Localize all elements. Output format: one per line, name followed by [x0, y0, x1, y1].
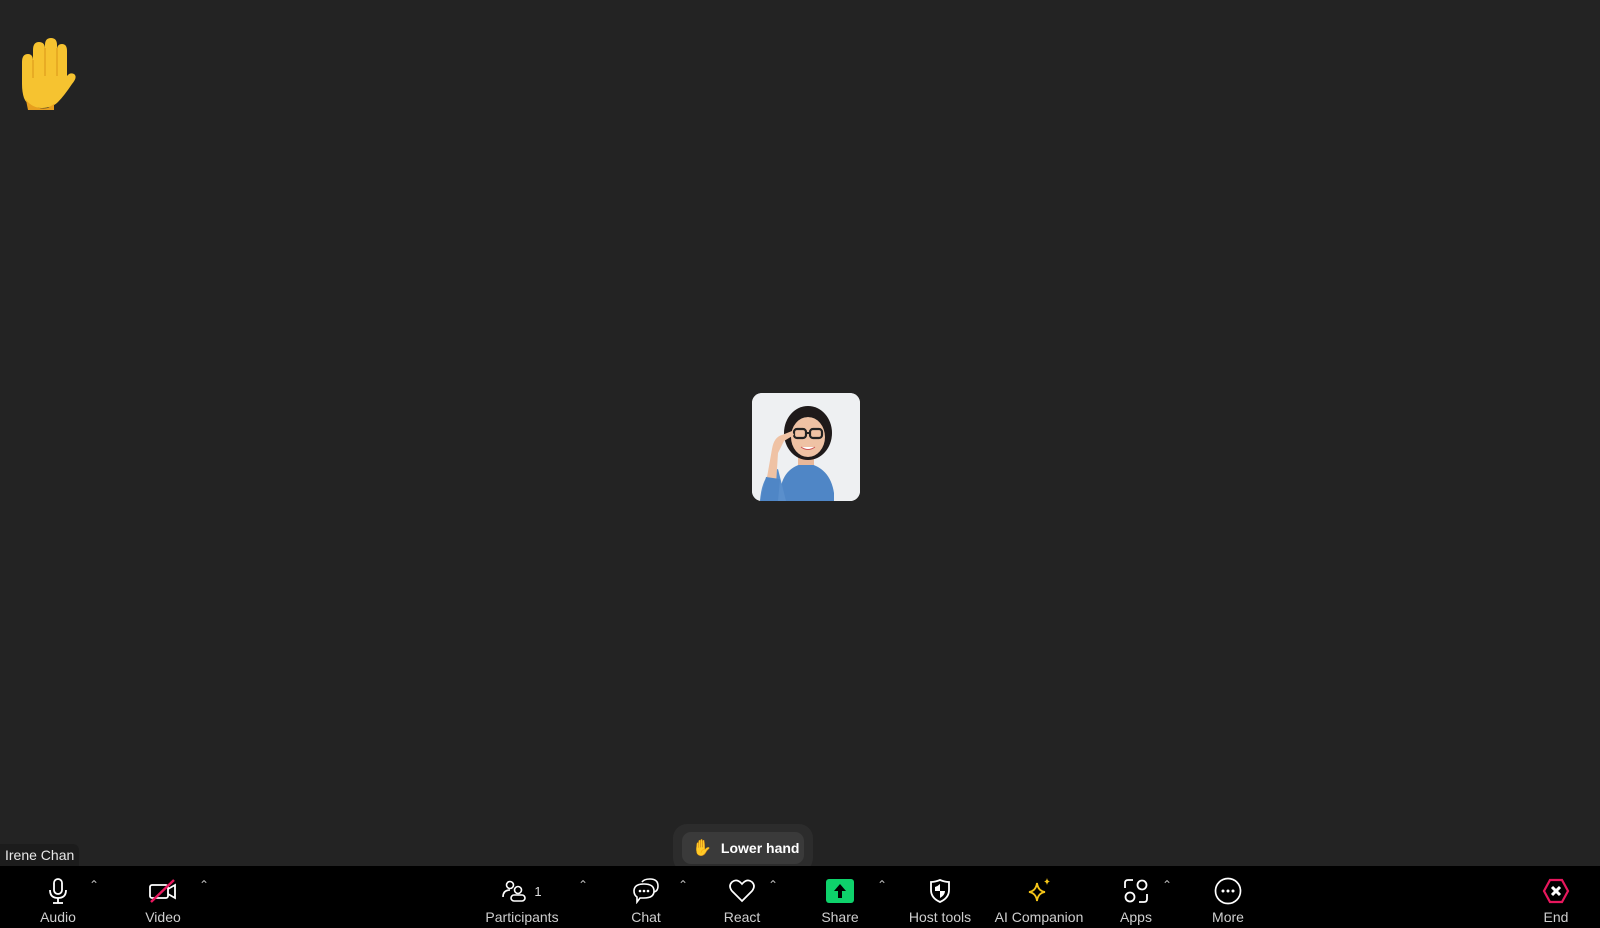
- more-label: More: [1212, 909, 1244, 925]
- video-options-caret[interactable]: ⌃: [196, 878, 212, 892]
- meeting-stage: Irene Chan ✋ Lower hand: [0, 0, 1600, 872]
- share-button[interactable]: Share: [820, 866, 860, 928]
- more-button[interactable]: More: [1208, 866, 1248, 928]
- participant-avatar: [752, 393, 860, 501]
- ai-companion-label: AI Companion: [994, 909, 1084, 925]
- chat-icon: [633, 878, 659, 904]
- participants-count: 1: [534, 883, 542, 899]
- apps-button[interactable]: Apps: [1116, 866, 1156, 928]
- chat-options-caret[interactable]: ⌃: [675, 878, 691, 892]
- share-label: Share: [821, 909, 859, 925]
- react-options-caret[interactable]: ⌃: [765, 878, 781, 892]
- participants-icon: [502, 880, 527, 902]
- lower-hand-button[interactable]: ✋ Lower hand: [682, 832, 804, 864]
- chat-button[interactable]: Chat: [626, 866, 666, 928]
- host-tools-label: Host tools: [908, 909, 972, 925]
- lower-hand-label: Lower hand: [720, 840, 800, 856]
- participants-button[interactable]: 1 Participants: [484, 866, 560, 928]
- heart-icon: [729, 879, 755, 903]
- participant-name-tag: Irene Chan: [0, 844, 80, 866]
- shield-icon: [930, 879, 950, 903]
- video-label: Video: [145, 909, 181, 925]
- end-label: End: [1543, 909, 1569, 925]
- sparkle-icon: [1028, 878, 1050, 902]
- share-screen-icon: [826, 879, 854, 903]
- participants-options-caret[interactable]: ⌃: [575, 878, 591, 892]
- audio-button[interactable]: Audio: [36, 866, 80, 928]
- raised-hand-icon: [22, 38, 76, 110]
- reaction-popup: ✋ Lower hand: [673, 824, 813, 872]
- participants-label: Participants: [485, 909, 559, 925]
- chat-label: Chat: [631, 909, 661, 925]
- end-icon: [1542, 878, 1570, 904]
- end-button[interactable]: End: [1536, 866, 1576, 928]
- apps-label: Apps: [1120, 909, 1152, 925]
- meeting-toolbar: Audio: [0, 866, 1600, 928]
- video-off-icon: [149, 879, 176, 903]
- audio-options-caret[interactable]: ⌃: [86, 878, 102, 892]
- microphone-icon: [49, 878, 67, 904]
- apps-options-caret[interactable]: ⌃: [1159, 878, 1175, 892]
- audio-label: Audio: [40, 909, 76, 925]
- react-button[interactable]: React: [722, 866, 762, 928]
- video-button[interactable]: Video: [140, 866, 186, 928]
- host-tools-button[interactable]: Host tools: [906, 866, 974, 928]
- ai-companion-button[interactable]: AI Companion: [994, 866, 1084, 928]
- avatar-photo: [752, 393, 860, 501]
- more-icon: [1214, 877, 1242, 905]
- apps-icon: [1124, 879, 1148, 903]
- react-label: React: [723, 909, 761, 925]
- share-options-caret[interactable]: ⌃: [874, 878, 890, 892]
- raised-hand-small-icon: ✋: [692, 840, 712, 857]
